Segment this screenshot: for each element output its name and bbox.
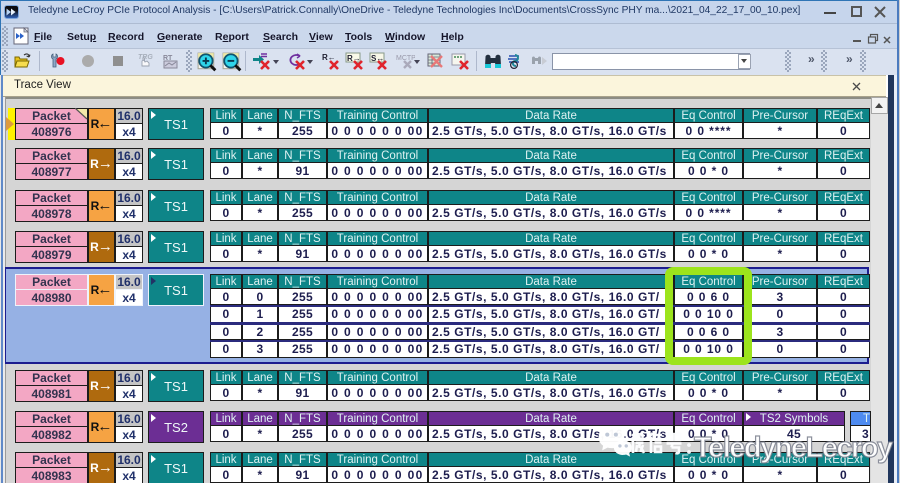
svg-text:R←: R←: [322, 53, 336, 62]
svg-text:TRG: TRG: [138, 54, 153, 61]
